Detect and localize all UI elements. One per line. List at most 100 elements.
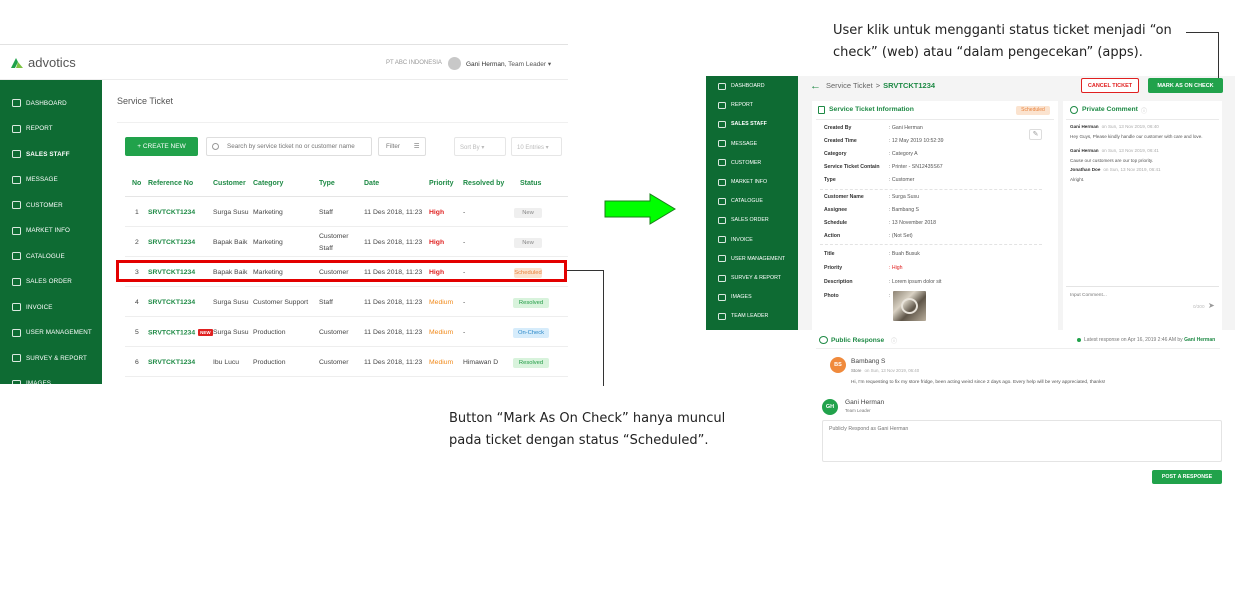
sidebar-item[interactable]: CATALOGUE (0, 248, 102, 264)
sidebar-item[interactable]: INVOICE (0, 299, 102, 315)
column-header-status[interactable]: Status (520, 180, 541, 187)
create-new-button[interactable]: + CREATE NEW (125, 137, 198, 156)
column-header-date[interactable]: Date (364, 180, 379, 187)
sidebar-item[interactable]: REPORT (0, 121, 102, 137)
sidebar-item[interactable]: MESSAGE (0, 172, 102, 188)
sidebar-item-label: SALES STAFF (731, 121, 767, 128)
avatar: GH (822, 399, 838, 415)
breadcrumb: Service Ticket > SRVTCKT1234 (826, 81, 935, 90)
sidebar-item[interactable]: CATALOGUE (706, 194, 798, 208)
reference-link[interactable]: SRVTCKT1234 (148, 209, 195, 216)
menu-icon (718, 159, 726, 167)
mark-as-on-check-button[interactable]: MARK AS ON CHECK (1148, 78, 1223, 93)
column-header-type[interactable]: Type (319, 180, 335, 187)
ticket-date: 11 Des 2018, 11:23 (364, 209, 423, 216)
menu-icon (718, 312, 726, 320)
ticket-date: 11 Des 2018, 11:23 (364, 359, 423, 366)
column-header-customer[interactable]: Customer (213, 180, 246, 187)
field-label: Description (824, 279, 853, 285)
comment-author: Gani Herman on Sun, 13 Nov 2019, 06:40 (1070, 124, 1159, 129)
sidebar-item[interactable]: SALES ORDER (0, 274, 102, 290)
edit-icon[interactable]: ✎ (1029, 129, 1042, 140)
customer-name: Ibu Lucu (213, 359, 240, 366)
sidebar-item[interactable]: IMAGES (0, 376, 102, 384)
avatar[interactable] (448, 57, 461, 70)
public-response-input[interactable] (822, 420, 1222, 462)
sidebar-item[interactable]: CUSTOMER (706, 156, 798, 170)
search-input[interactable] (206, 137, 372, 156)
menu-icon (12, 175, 21, 184)
sidebar-item[interactable]: SALES STAFF (706, 117, 798, 131)
back-arrow-icon[interactable]: ← (810, 80, 821, 92)
cancel-ticket-button[interactable]: CANCEL TICKET (1081, 78, 1139, 93)
menu-icon (718, 178, 726, 186)
resolved-by: - (463, 299, 466, 306)
advotics-logo-icon (11, 57, 23, 68)
ticket-type: Staff (319, 299, 333, 306)
column-header-priority[interactable]: Priority (429, 180, 454, 187)
menu-icon (12, 124, 21, 133)
field-value: : 12 May 2019 10:52:39 (889, 138, 944, 144)
sidebar-item-label: MARKET INFO (731, 179, 768, 185)
sidebar-item-label: IMAGES (731, 294, 752, 301)
filter-button[interactable]: Filter ☰ (378, 137, 426, 156)
field-label: Action (824, 233, 841, 239)
info-divider (816, 119, 1054, 120)
sidebar-item[interactable]: IMAGES (706, 290, 798, 304)
status-badge: Resolved (513, 298, 549, 308)
comment-author-name: Jonathan Doe (1070, 167, 1101, 172)
sidebar-item[interactable]: REPORT (706, 98, 798, 112)
sidebar-item[interactable]: MARKET INFO (0, 223, 102, 239)
sidebar-item-label: REPORT (26, 125, 53, 132)
sidebar-item-label: CUSTOMER (26, 201, 63, 209)
user-menu[interactable]: Gani Herman, Team Leader ▾ (466, 60, 551, 68)
reference-link[interactable]: SRVTCKT1234 (148, 359, 195, 366)
sidebar-item[interactable]: CUSTOMER (0, 197, 102, 213)
row-number: 2 (135, 239, 139, 246)
sort-select[interactable]: Sort By ▾ (454, 137, 506, 156)
menu-icon (12, 354, 21, 362)
sidebar-item[interactable]: USER MANAGEMENT (706, 252, 798, 266)
post-response-button[interactable]: POST A RESPONSE (1152, 470, 1222, 484)
help-icon[interactable]: ⓘ (1141, 106, 1147, 115)
breadcrumb-root[interactable]: Service Ticket (826, 81, 873, 90)
reference-link[interactable]: SRVTCKT1234 (148, 239, 195, 246)
menu-icon (12, 303, 21, 311)
field-value: : High (889, 265, 903, 271)
sidebar-item[interactable]: DASHBOARD (706, 79, 798, 93)
sidebar-item[interactable]: MARKET INFO (706, 175, 798, 189)
sidebar-item[interactable]: MESSAGE (706, 137, 798, 151)
column-header-ref[interactable]: Reference No (148, 180, 193, 187)
sidebar-item[interactable]: INVOICE (706, 233, 798, 247)
help-icon[interactable]: ⓘ (891, 336, 897, 345)
comment-input[interactable] (1070, 291, 1180, 299)
column-header-category[interactable]: Category (253, 180, 283, 187)
column-header-resolved[interactable]: Resolved by (463, 180, 504, 187)
sidebar-item[interactable]: USER MANAGEMENT (0, 325, 102, 341)
field-label: Service Ticket Contain (824, 164, 880, 170)
sidebar-item[interactable]: SURVEY & REPORT (706, 271, 798, 285)
latest-response-author: Gani Herman (1184, 337, 1216, 343)
sidebar-item[interactable]: SALES ORDER (706, 213, 798, 227)
sidebar-item[interactable]: SALES STAFF (0, 146, 102, 162)
reference-link[interactable]: SRVTCKT1234 NEW (148, 329, 213, 336)
info-title: Service Ticket Information (829, 106, 914, 113)
current-user-name: Gani Herman (845, 399, 885, 406)
column-header-no[interactable]: No (132, 180, 141, 187)
entries-select[interactable]: 10 Entries ▾ (511, 137, 562, 156)
public-response-section (812, 331, 1222, 487)
sidebar-item-label: INVOICE (731, 236, 753, 243)
sidebar-item[interactable]: DASHBOARD (0, 95, 102, 111)
sidebar-item[interactable]: TEAM LEADER (706, 309, 798, 323)
latest-response-info: Latest response on Apr 16, 2019 2:46 AM … (1077, 337, 1215, 343)
reference-link[interactable]: SRVTCKT1234 (148, 299, 195, 306)
send-icon[interactable]: ➤ (1208, 301, 1215, 310)
customer-name: Bapak Baik (213, 239, 248, 246)
public-divider (816, 348, 1220, 349)
field-label: Title (824, 251, 835, 257)
resolved-by: Himawan D (463, 359, 499, 366)
comment-text: Alright. (1070, 177, 1085, 182)
field-divider (820, 189, 1042, 190)
sidebar-item-label: INVOICE (26, 303, 53, 311)
sidebar-item[interactable]: SURVEY & REPORT (0, 350, 102, 366)
